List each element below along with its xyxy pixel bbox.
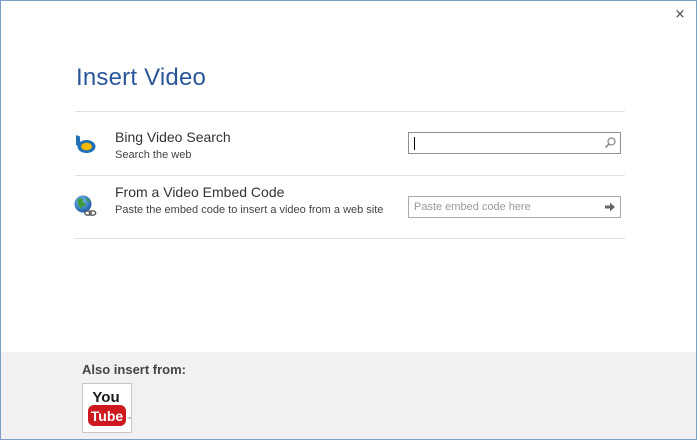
embed-code-input[interactable] — [409, 197, 597, 217]
youtube-logo-tube: Tube — [91, 408, 124, 424]
dialog-title: Insert Video — [76, 64, 207, 91]
also-insert-label: Also insert from: — [82, 362, 187, 377]
search-icon[interactable] — [602, 135, 618, 151]
insert-video-dialog: × Insert Video Bing Video Search Search … — [0, 0, 697, 440]
bing-search-box — [408, 132, 621, 154]
bing-video-search-title: Bing Video Search — [115, 129, 231, 145]
bing-search-input[interactable] — [409, 133, 597, 153]
embed-code-title: From a Video Embed Code — [115, 184, 285, 200]
divider — [75, 111, 625, 112]
youtube-logo-you: You — [92, 389, 119, 406]
bing-icon — [76, 135, 96, 153]
text-caret — [414, 137, 415, 150]
divider — [75, 175, 625, 176]
also-insert-footer: Also insert from: You Tube ™ — [1, 352, 696, 439]
globe-link-icon — [74, 195, 97, 216]
close-icon: × — [674, 7, 686, 22]
divider — [75, 238, 625, 239]
embed-code-description: Paste the embed code to insert a video f… — [115, 204, 384, 216]
youtube-button[interactable]: You Tube ™ — [82, 383, 132, 433]
youtube-logo: You Tube ™ — [88, 389, 131, 426]
close-button[interactable]: × — [672, 7, 688, 23]
arrow-right-icon[interactable] — [602, 199, 618, 215]
embed-code-box — [408, 196, 621, 218]
svg-text:™: ™ — [127, 416, 131, 421]
bing-video-search-description: Search the web — [115, 149, 192, 161]
